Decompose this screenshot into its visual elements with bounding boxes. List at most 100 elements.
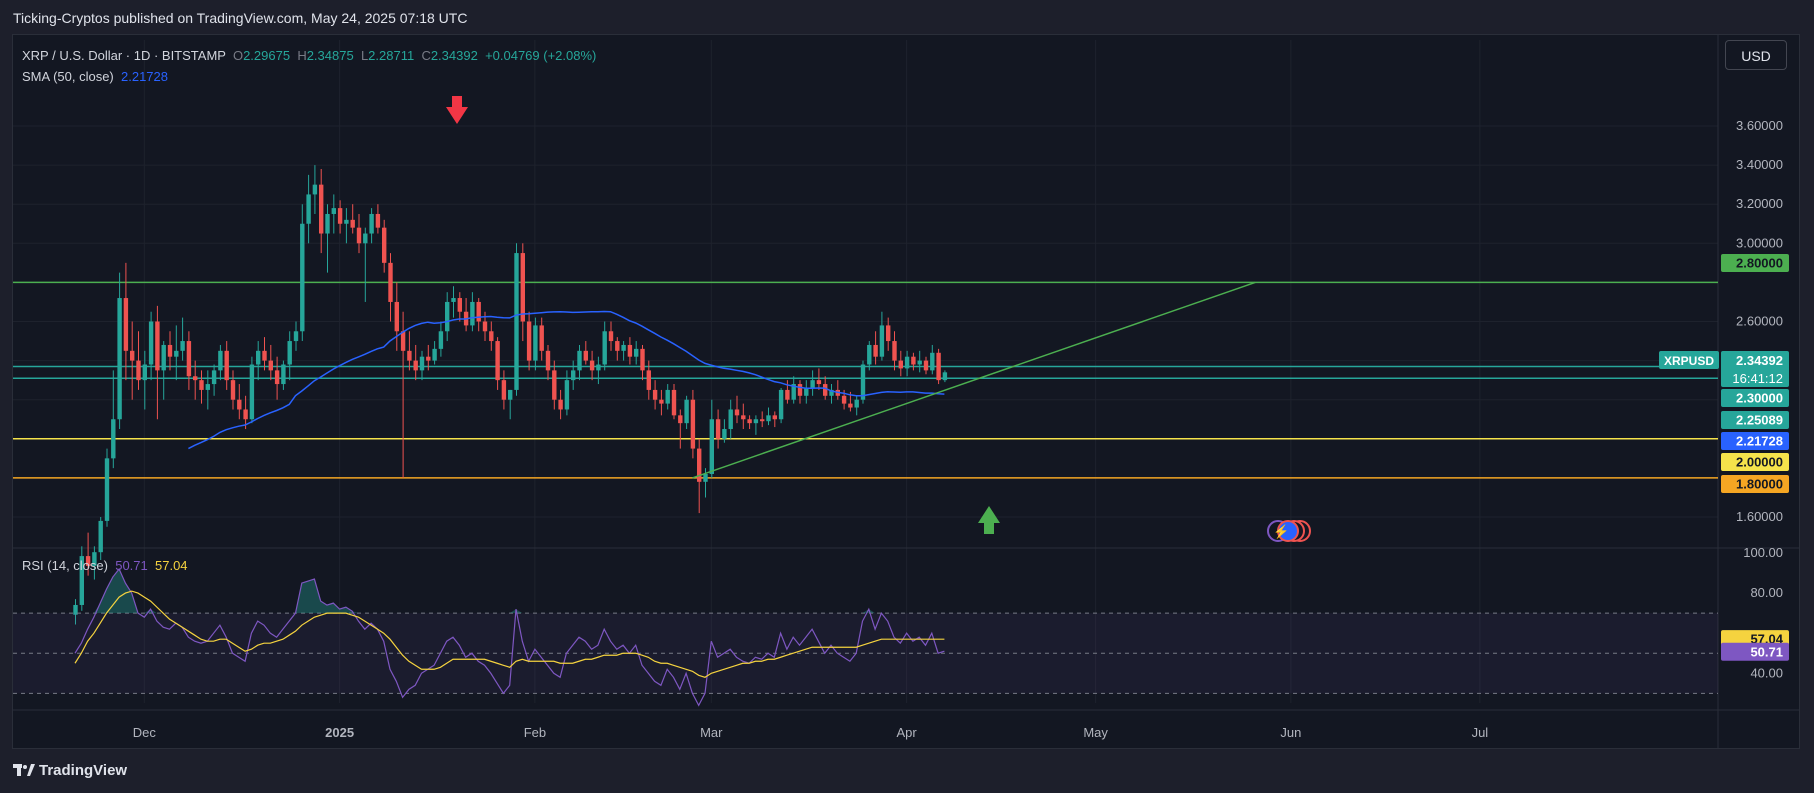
candle-body <box>394 301 399 332</box>
candle-body <box>772 415 777 420</box>
candle-body <box>174 350 179 357</box>
candle-body <box>879 325 885 357</box>
candle-body <box>810 380 815 388</box>
time-tick: Apr <box>896 725 917 740</box>
candle-body <box>501 380 507 400</box>
candle-body <box>230 380 236 400</box>
candle-body <box>432 348 437 361</box>
candle-body <box>186 341 192 377</box>
countdown-tag: 16:41:12 <box>1732 371 1783 386</box>
time-tick: Jul <box>1472 725 1489 740</box>
tradingview-logo[interactable]: TradingView <box>13 762 127 779</box>
price-tick: 1.60000 <box>1736 509 1783 524</box>
rsi-value: 50.71 <box>115 558 148 573</box>
candle-body <box>867 344 872 365</box>
sma-value: 2.21728 <box>121 69 168 84</box>
candle-body <box>571 370 576 381</box>
svg-text:⚡: ⚡ <box>1273 524 1289 540</box>
candle-body <box>640 348 645 371</box>
price-axis: 3.600003.400003.200003.000002.600002.400… <box>1659 118 1789 680</box>
candle-body <box>470 301 475 326</box>
candle-body <box>823 384 828 396</box>
candle-body <box>923 360 929 371</box>
candle-body <box>514 253 519 390</box>
candle-body <box>224 350 229 381</box>
level-tag-2.25: 2.25089 <box>1736 413 1783 428</box>
candle-body <box>886 325 891 342</box>
green-up-arrow-icon <box>978 506 1000 534</box>
sma-label[interactable]: SMA (50, close) <box>22 69 114 84</box>
time-tick: 2025 <box>325 725 354 740</box>
currency-button[interactable]: USD <box>1725 40 1787 70</box>
open-value: 2.29675 <box>243 48 291 63</box>
brand-name: TradingView <box>39 762 128 779</box>
candle-body <box>426 356 431 361</box>
candle-body <box>312 184 318 195</box>
candle-body <box>123 298 129 351</box>
footer: TradingView <box>0 751 1814 793</box>
candle-body <box>671 389 677 416</box>
candle-body <box>445 301 450 332</box>
chart-canvas[interactable]: 3.600003.400003.200003.000002.600002.400… <box>0 0 1814 793</box>
candle-body <box>344 219 349 224</box>
level-tag-1.8: 1.80000 <box>1736 477 1783 492</box>
candle-body <box>180 341 185 351</box>
candle-body <box>552 370 557 400</box>
rsi-label[interactable]: RSI (14, close) <box>22 558 108 573</box>
tradingview-logo-icon <box>13 763 35 776</box>
candle-body <box>142 364 147 381</box>
candle-body <box>533 325 538 361</box>
time-tick: Feb <box>524 725 546 740</box>
candle-body <box>760 419 765 422</box>
candle-body <box>678 415 683 424</box>
candle-body <box>337 208 343 224</box>
candle-body <box>841 395 847 404</box>
candle-body <box>325 213 330 234</box>
candle-body <box>300 223 305 332</box>
candle-body <box>419 356 425 371</box>
candle-body <box>237 399 242 410</box>
candle-body <box>268 360 273 371</box>
candle-body <box>256 350 261 365</box>
level-tag-2.3: 2.30000 <box>1736 391 1783 406</box>
candle-body <box>211 370 217 385</box>
time-axis: Dec 2025 Feb Mar Apr May Jun Jul <box>133 725 1489 740</box>
candle-body <box>375 213 381 228</box>
candle-body <box>615 341 620 351</box>
candle-body <box>457 298 462 312</box>
candle-body <box>854 399 859 408</box>
candle-body <box>356 227 362 244</box>
candle-body <box>652 389 658 400</box>
candle-body <box>262 350 267 361</box>
candle-body <box>734 409 740 416</box>
open-label: O <box>232 48 244 63</box>
candle-body <box>816 380 822 385</box>
candle-body <box>577 350 582 371</box>
price-tick: 3.60000 <box>1736 118 1783 133</box>
candle-body <box>936 352 941 381</box>
candle-body <box>558 399 563 410</box>
candle-body <box>407 350 412 361</box>
candle-body <box>161 344 166 371</box>
candle-body <box>860 364 866 400</box>
level-tag-2.8: 2.80000 <box>1736 256 1783 271</box>
candle-body <box>659 399 664 404</box>
candle-body <box>400 331 406 351</box>
candle-body <box>274 370 280 385</box>
candle-body <box>287 341 292 365</box>
price-tick: 3.20000 <box>1736 196 1783 211</box>
candle-body <box>281 364 286 385</box>
symbol-title[interactable]: XRP / U.S. Dollar · 1D · BITSTAMP <box>22 48 226 63</box>
candle-body <box>205 384 210 390</box>
rsi-ma-value: 57.04 <box>155 558 188 573</box>
candle-body <box>709 419 714 474</box>
red-down-arrow-icon <box>446 96 468 124</box>
rsi-tick: 80.00 <box>1750 585 1783 600</box>
trend-line <box>692 281 1256 479</box>
time-tick: Dec <box>133 725 157 740</box>
candle-body <box>293 331 299 342</box>
price-tick: 2.60000 <box>1736 314 1783 329</box>
rsi-pane <box>13 567 1718 707</box>
candle-body <box>646 370 651 390</box>
candle-body <box>130 350 135 361</box>
